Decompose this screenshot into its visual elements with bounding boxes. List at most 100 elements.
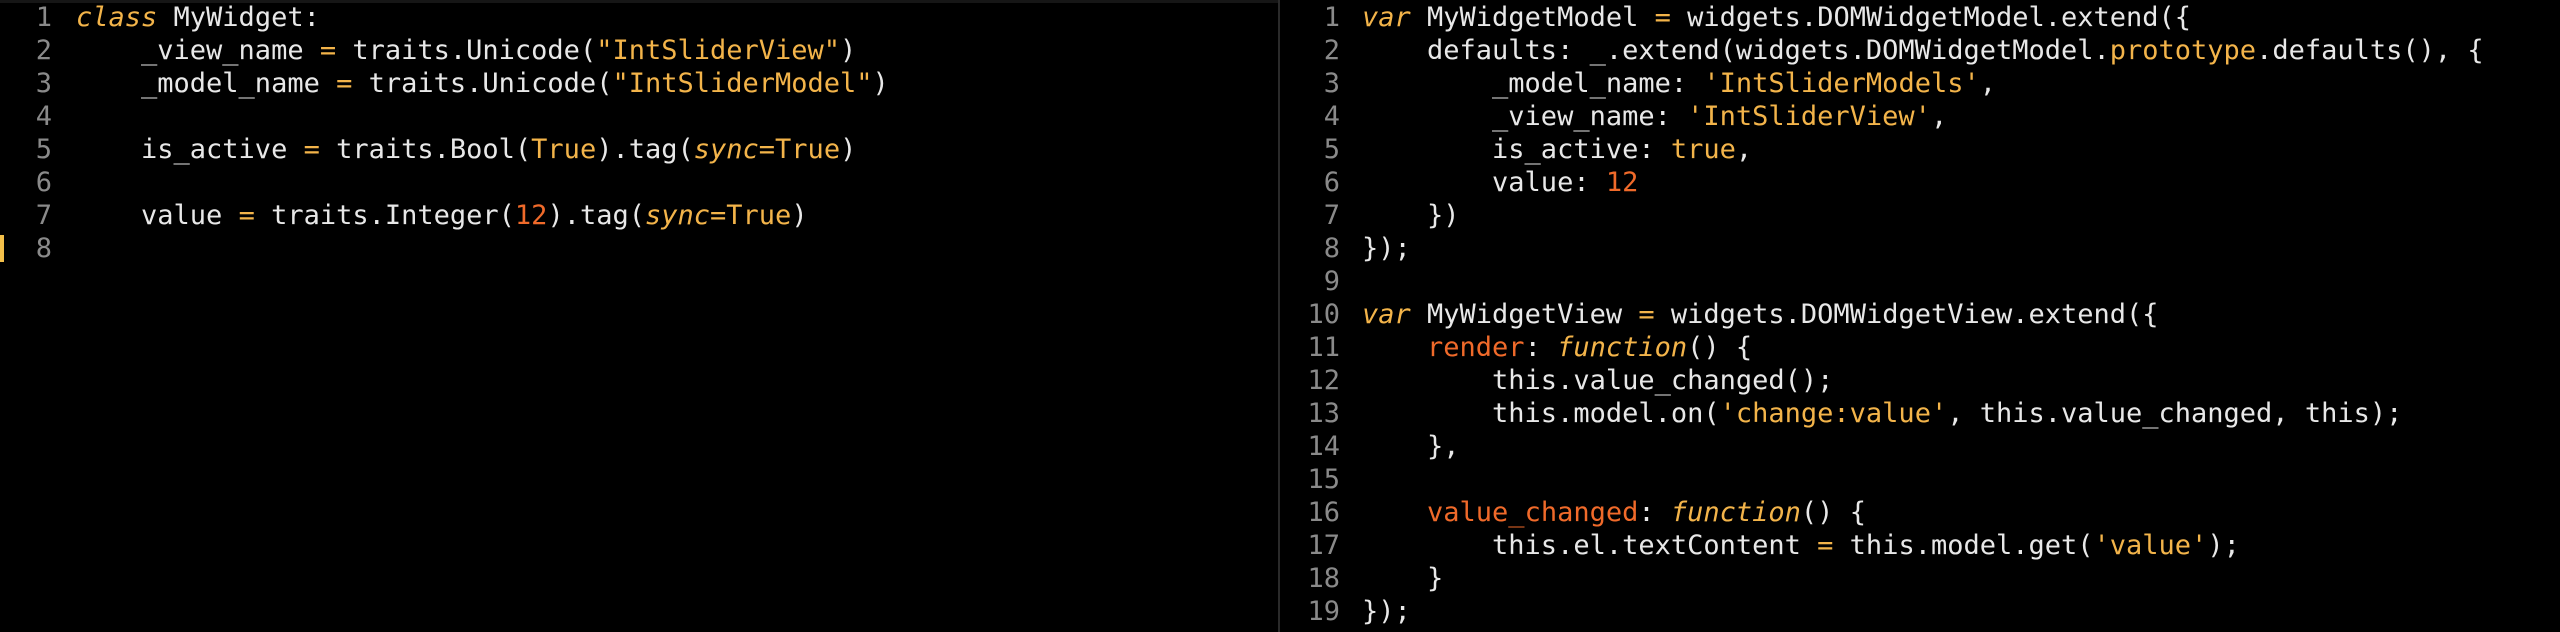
code-token: widgets.DOMWidgetModel.extend({: [1670, 2, 2192, 33]
editor-pane-python[interactable]: 1 class MyWidget: 2 _view_name = traits.Un…: [0, 0, 1278, 632]
code-token: defaults: _.extend(widgets.DOMWidgetMode…: [1362, 35, 2110, 66]
code-line[interactable]: 13 this.model.on('change:value', this.va…: [1280, 397, 2560, 430]
code-token: =: [336, 68, 353, 99]
code-token: 12: [1605, 167, 1639, 198]
code-line[interactable]: 6 value: 12: [1280, 166, 2560, 199]
code-token: MyWidgetModel: [1410, 2, 1655, 33]
code-line[interactable]: 9: [1280, 265, 2560, 298]
code-token: class: [76, 2, 158, 33]
code-token: =: [238, 200, 255, 231]
code-token: :: [1638, 497, 1671, 528]
code-token: this.model.on(: [1362, 398, 1720, 429]
code-line[interactable]: 18 }: [1280, 562, 2560, 595]
line-number: 3: [35, 68, 52, 99]
code-line[interactable]: 8: [0, 232, 1278, 265]
code-token: }): [1362, 200, 1460, 231]
line-number: 4: [1323, 101, 1340, 132]
code-text: });: [1362, 596, 1411, 627]
code-line[interactable]: 19});: [1280, 595, 2560, 628]
code-token: ,: [1979, 68, 1996, 99]
code-line[interactable]: 2 defaults: _.extend(widgets.DOMWidgetMo…: [1280, 34, 2560, 67]
code-token: ,: [1930, 101, 1948, 132]
code-token: }: [1362, 563, 1444, 594]
code-token: ): [840, 35, 857, 66]
line-number: 4: [35, 101, 52, 132]
code-line[interactable]: 5 is_active = traits.Bool(True).tag(sync…: [0, 133, 1278, 166]
line-number: 17: [1307, 530, 1340, 561]
code-text: is_active: true,: [1362, 134, 1752, 165]
code-lines-right: 1 var MyWidgetModel = widgets.DOMWidgetMo…: [1280, 0, 2560, 628]
code-token: True: [775, 134, 841, 165]
code-line[interactable]: 10 var MyWidgetView = widgets.DOMWidgetVi…: [1280, 298, 2560, 331]
code-line[interactable]: 16 value_changed: function() {: [1280, 496, 2560, 529]
code-line[interactable]: 3 _model_name: 'IntSliderModels',: [1280, 67, 2560, 100]
code-text: },: [1362, 431, 1460, 462]
code-token: =: [758, 134, 776, 165]
code-token: "IntSliderModel": [612, 68, 873, 99]
code-line[interactable]: 5 is_active: true,: [1280, 133, 2560, 166]
code-line[interactable]: 14 },: [1280, 430, 2560, 463]
line-number: 5: [1323, 134, 1340, 165]
code-line[interactable]: 2 _view_name = traits.Unicode("IntSlider…: [0, 34, 1278, 67]
code-line[interactable]: 1 class MyWidget:: [0, 1, 1278, 34]
code-line[interactable]: 8});: [1280, 232, 2560, 265]
code-line[interactable]: 3 _model_name = traits.Unicode("IntSlide…: [0, 67, 1278, 100]
code-line[interactable]: 6: [0, 166, 1278, 199]
code-token: });: [1362, 596, 1411, 627]
line-number: 2: [1323, 35, 1340, 66]
code-token: ): [791, 200, 808, 231]
code-token: prototype: [2109, 35, 2257, 66]
code-token: _view_name: [76, 35, 320, 66]
code-text: var MyWidgetModel = widgets.DOMWidgetMod…: [1362, 2, 2191, 33]
code-text: this.value_changed();: [1362, 365, 1833, 396]
line-number: 3: [1323, 68, 1340, 99]
code-token: var: [1362, 2, 1411, 33]
code-text: value: 12: [1362, 167, 1638, 198]
code-line[interactable]: 4 _view_name: 'IntSliderView',: [1280, 100, 2560, 133]
code-token: MyWidgetView: [1410, 299, 1639, 330]
code-token: value_changed: [1427, 497, 1639, 528]
code-token: var: [1362, 299, 1411, 330]
code-token: ): [840, 134, 857, 165]
code-token: MyWidget:: [157, 2, 320, 33]
code-token: true: [1670, 134, 1736, 165]
editor-pane-javascript[interactable]: 1 var MyWidgetModel = widgets.DOMWidgetMo…: [1280, 0, 2560, 632]
code-token: =: [1654, 2, 1671, 33]
line-number: 1: [1323, 2, 1340, 33]
code-token: ).tag(: [596, 134, 694, 165]
code-line[interactable]: 7 }): [1280, 199, 2560, 232]
code-token: render: [1427, 332, 1525, 363]
code-token: 'IntSliderView': [1687, 101, 1931, 132]
code-token: is_active:: [1362, 134, 1671, 165]
line-number: 6: [1323, 167, 1340, 198]
line-number: 18: [1307, 563, 1340, 594]
code-line[interactable]: 12 this.value_changed();: [1280, 364, 2560, 397]
code-token: value:: [1362, 167, 1606, 198]
code-text: var MyWidgetView = widgets.DOMWidgetView…: [1362, 299, 2159, 330]
code-token: sync: [693, 134, 759, 165]
code-token: True: [531, 134, 597, 165]
code-token: () {: [1800, 497, 1866, 528]
code-token: this.model.get(: [1833, 530, 2094, 561]
code-line[interactable]: 7 value = traits.Integer(12).tag(sync=Tr…: [0, 199, 1278, 232]
code-text: is_active = traits.Bool(True).tag(sync=T…: [76, 134, 856, 165]
code-line[interactable]: 17 this.el.textContent = this.model.get(…: [1280, 529, 2560, 562]
code-token: 12: [514, 200, 548, 231]
code-token: traits.Unicode(: [352, 68, 613, 99]
code-line[interactable]: 11 render: function() {: [1280, 331, 2560, 364]
line-number: 1: [35, 2, 52, 33]
code-line[interactable]: 15: [1280, 463, 2560, 496]
code-token: .defaults(), {: [2256, 35, 2484, 66]
code-token: =: [1817, 530, 1834, 561]
code-token: widgets.DOMWidgetView.extend({: [1654, 299, 2159, 330]
line-number: 10: [1307, 299, 1340, 330]
code-token: =: [1638, 299, 1655, 330]
code-line[interactable]: 4: [0, 100, 1278, 133]
code-line[interactable]: 1 var MyWidgetModel = widgets.DOMWidgetMo…: [1280, 1, 2560, 34]
code-text: value = traits.Integer(12).tag(sync=True…: [76, 200, 808, 231]
code-token: function: [1670, 497, 1801, 528]
code-token: _view_name:: [1362, 101, 1688, 132]
code-token: is_active: [76, 134, 304, 165]
